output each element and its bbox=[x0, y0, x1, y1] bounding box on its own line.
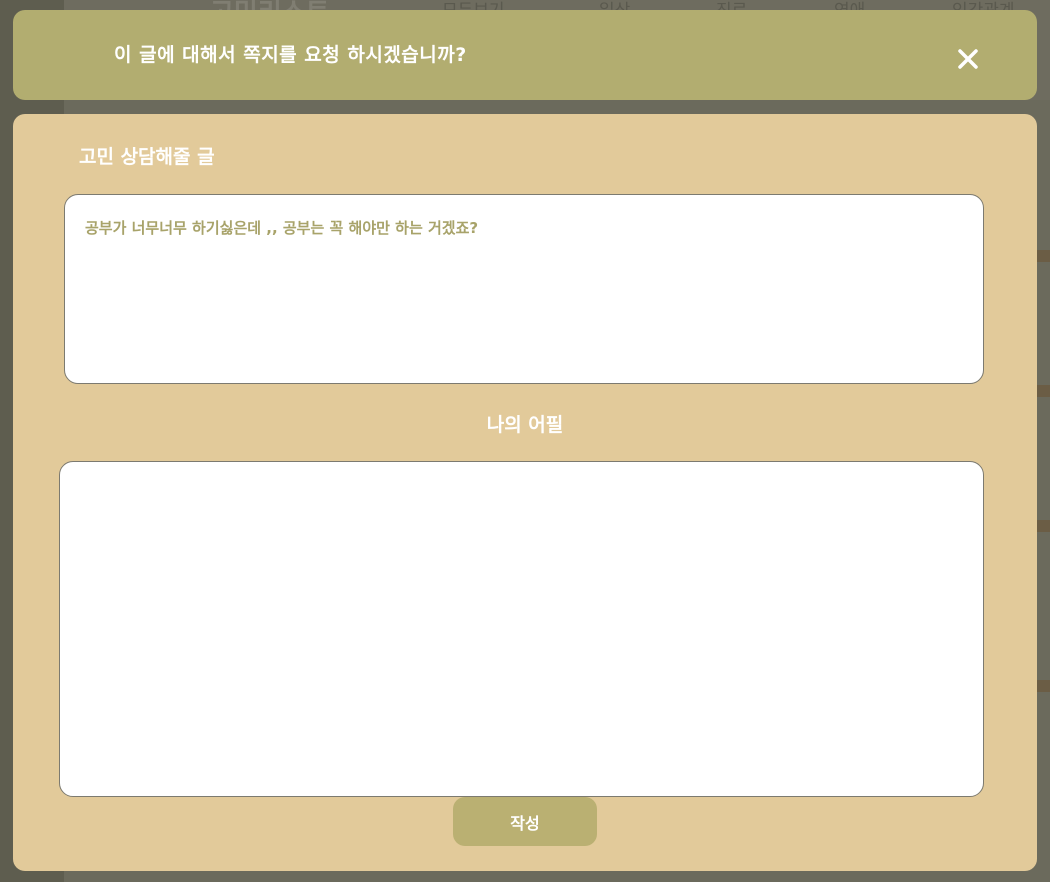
post-content-text: 공부가 너무너무 하기싫은데 ,, 공부는 꼭 해야만 하는 거겠죠? bbox=[85, 219, 479, 237]
modal-body: 고민 상담해줄 글 공부가 너무너무 하기싫은데 ,, 공부는 꼭 해야만 하는… bbox=[13, 114, 1037, 871]
post-section-label: 고민 상담해줄 글 bbox=[79, 146, 215, 168]
background-divider bbox=[1036, 385, 1050, 397]
close-button[interactable] bbox=[955, 46, 981, 72]
appeal-textarea[interactable] bbox=[59, 461, 984, 797]
close-icon bbox=[958, 49, 978, 69]
submit-button[interactable]: 작성 bbox=[453, 797, 597, 846]
modal-title: 이 글에 대해서 쪽지를 요청 하시겠습니까? bbox=[114, 44, 467, 66]
modal-header: 이 글에 대해서 쪽지를 요청 하시겠습니까? bbox=[13, 10, 1037, 100]
appeal-section-label: 나의 어필 bbox=[486, 414, 564, 436]
background-divider bbox=[1036, 250, 1050, 262]
background-divider bbox=[1036, 680, 1050, 692]
background-divider bbox=[1036, 520, 1050, 532]
post-content-box: 공부가 너무너무 하기싫은데 ,, 공부는 꼭 해야만 하는 거겠죠? bbox=[64, 194, 984, 384]
